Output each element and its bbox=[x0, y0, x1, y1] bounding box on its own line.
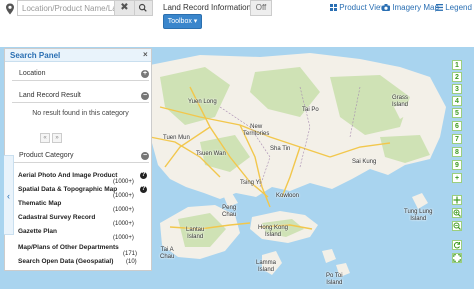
product-view-label: Product View bbox=[339, 3, 387, 12]
category-count: (1000+) bbox=[113, 221, 134, 227]
zoom-level-4[interactable]: 4 bbox=[452, 96, 462, 106]
refresh-button[interactable] bbox=[452, 240, 462, 250]
map-label-lantau-island: Lantau Island bbox=[186, 227, 205, 240]
pager-next-button[interactable]: » bbox=[52, 133, 62, 143]
imagery-map-link[interactable]: Imagery Map bbox=[382, 3, 439, 12]
land-record-section-header[interactable]: Land Record Result − bbox=[12, 89, 149, 103]
move-arrows-icon bbox=[453, 196, 461, 204]
pan-button[interactable] bbox=[452, 195, 462, 205]
category-count: (1000+) bbox=[113, 179, 134, 185]
category-item[interactable]: Search Open Data (Geospatial) (10) bbox=[18, 258, 148, 267]
map-label-sha-tin: Sha Tin bbox=[270, 146, 291, 152]
category-count: (1000+) bbox=[113, 193, 134, 199]
category-label: Map/Plans of Other Departments bbox=[18, 244, 119, 251]
search-panel: Search Panel × Location + Land Record Re… bbox=[4, 48, 152, 271]
map-label-peng-chau: Peng Chau bbox=[222, 205, 237, 218]
camera-icon bbox=[382, 4, 390, 11]
map-label-tsing-yi: Tsing Yi bbox=[240, 180, 261, 186]
category-item[interactable]: Gazette Plan (1000+) bbox=[18, 228, 148, 241]
close-panel-button[interactable]: × bbox=[143, 50, 148, 59]
map-label-new-territories: New Territories bbox=[243, 124, 270, 137]
zoom-level-6[interactable]: 6 bbox=[452, 121, 462, 131]
zoom-level-1[interactable]: 1 bbox=[452, 60, 462, 70]
map-label-kowloon: Kowloon bbox=[276, 193, 300, 199]
expand-icon[interactable]: + bbox=[141, 70, 149, 78]
zoom-level-5[interactable]: 5 bbox=[452, 108, 462, 118]
map-label-lamma-island: Lamma Island bbox=[256, 260, 277, 273]
category-label: Aerial Photo And Image Product bbox=[18, 172, 118, 179]
category-count: (10) bbox=[126, 259, 137, 265]
category-item[interactable]: Cadastral Survey Record (1000+) bbox=[18, 214, 148, 227]
list-icon bbox=[436, 4, 443, 11]
product-view-link[interactable]: Product View bbox=[330, 3, 386, 12]
category-label: Gazette Plan bbox=[18, 228, 58, 235]
product-category-section-header[interactable]: Product Category − bbox=[12, 149, 149, 163]
location-section-title: Location bbox=[19, 70, 46, 77]
zoom-in-icon bbox=[453, 209, 461, 217]
zoom-level-3[interactable]: 3 bbox=[452, 84, 462, 94]
category-item[interactable]: Spatial Data & Topographic Map ? (1000+) bbox=[18, 186, 148, 199]
imagery-map-label: Imagery Map bbox=[392, 3, 439, 12]
collapse-icon[interactable]: − bbox=[141, 152, 149, 160]
map-label-tai-a-chau: Tai A Chau bbox=[160, 247, 175, 260]
legend-link[interactable]: Legend bbox=[436, 3, 472, 12]
add-button[interactable]: + bbox=[452, 173, 462, 183]
category-count: (1000+) bbox=[113, 207, 134, 213]
map-label-tung-lung: Tung Lung Island bbox=[404, 209, 433, 222]
app-root: Location/Product Name/Land ✖ Land Record… bbox=[0, 0, 474, 289]
zoom-level-7[interactable]: 7 bbox=[452, 134, 462, 144]
fullscreen-icon bbox=[453, 254, 461, 262]
zoom-level-2[interactable]: 2 bbox=[452, 72, 462, 82]
help-icon[interactable]: ? bbox=[140, 172, 147, 179]
clear-search-button[interactable]: ✖ bbox=[114, 0, 135, 16]
category-item[interactable]: Map/Plans of Other Departments (171) bbox=[18, 244, 148, 257]
search-input[interactable]: Location/Product Name/Land bbox=[17, 0, 114, 16]
toolbox-button[interactable]: Toolbox ▾ bbox=[163, 14, 202, 29]
map-label-yuen-long: Yuen Long bbox=[188, 99, 217, 105]
pager-prev-button[interactable]: « bbox=[40, 133, 50, 143]
zoom-out-button[interactable] bbox=[452, 221, 462, 231]
help-icon[interactable]: ? bbox=[140, 186, 147, 193]
collapse-panel-tab[interactable]: ‹ bbox=[4, 155, 14, 235]
zoom-level-9[interactable]: 9 bbox=[452, 160, 462, 170]
search-panel-header: Search Panel × bbox=[5, 49, 151, 62]
map-label-sai-kung: Sai Kung bbox=[352, 159, 377, 165]
land-record-toggle[interactable]: Off bbox=[250, 0, 272, 16]
category-item[interactable]: Aerial Photo And Image Product ? (1000+) bbox=[18, 172, 148, 185]
category-count: (1000+) bbox=[113, 235, 134, 241]
top-bar: Location/Product Name/Land ✖ Land Record… bbox=[0, 0, 474, 36]
search-button[interactable] bbox=[135, 0, 153, 16]
map-label-tsuen-wan: Tsuen Wan bbox=[196, 151, 226, 157]
map-label-po-toi: Po Toi Island bbox=[326, 273, 343, 286]
land-record-label: Land Record Information bbox=[163, 3, 252, 12]
zoom-level-8[interactable]: 8 bbox=[452, 147, 462, 157]
zoom-out-icon bbox=[453, 222, 461, 230]
product-category-section-title: Product Category bbox=[19, 152, 74, 159]
fullscreen-button[interactable] bbox=[452, 253, 462, 263]
refresh-icon bbox=[453, 242, 460, 249]
grid-icon bbox=[330, 4, 337, 11]
search-panel-title: Search Panel bbox=[10, 51, 61, 60]
category-label: Cadastral Survey Record bbox=[18, 214, 96, 221]
category-count: (171) bbox=[123, 251, 138, 257]
category-label: Search Open Data (Geospatial) bbox=[18, 258, 114, 265]
map-label-grass-island: Grass Island bbox=[392, 95, 409, 108]
map-label-tuen-mun: Tuen Mun bbox=[163, 135, 190, 141]
land-record-section-title: Land Record Result bbox=[19, 92, 81, 99]
category-label: Thematic Map bbox=[18, 200, 62, 207]
category-label: Spatial Data & Topographic Map bbox=[18, 186, 118, 193]
location-section-header[interactable]: Location + bbox=[12, 67, 149, 81]
location-pin-icon bbox=[6, 3, 14, 15]
collapse-icon[interactable]: − bbox=[141, 92, 149, 100]
map-label-hong-kong-island: Hong Kong Island bbox=[258, 225, 289, 238]
category-item[interactable]: Thematic Map (1000+) bbox=[18, 200, 148, 213]
search-icon bbox=[138, 3, 147, 12]
legend-label: Legend bbox=[445, 3, 472, 12]
map-label-tai-po: Tai Po bbox=[302, 107, 319, 113]
no-result-message: No result found in this category bbox=[32, 110, 129, 117]
zoom-in-button[interactable] bbox=[452, 208, 462, 218]
